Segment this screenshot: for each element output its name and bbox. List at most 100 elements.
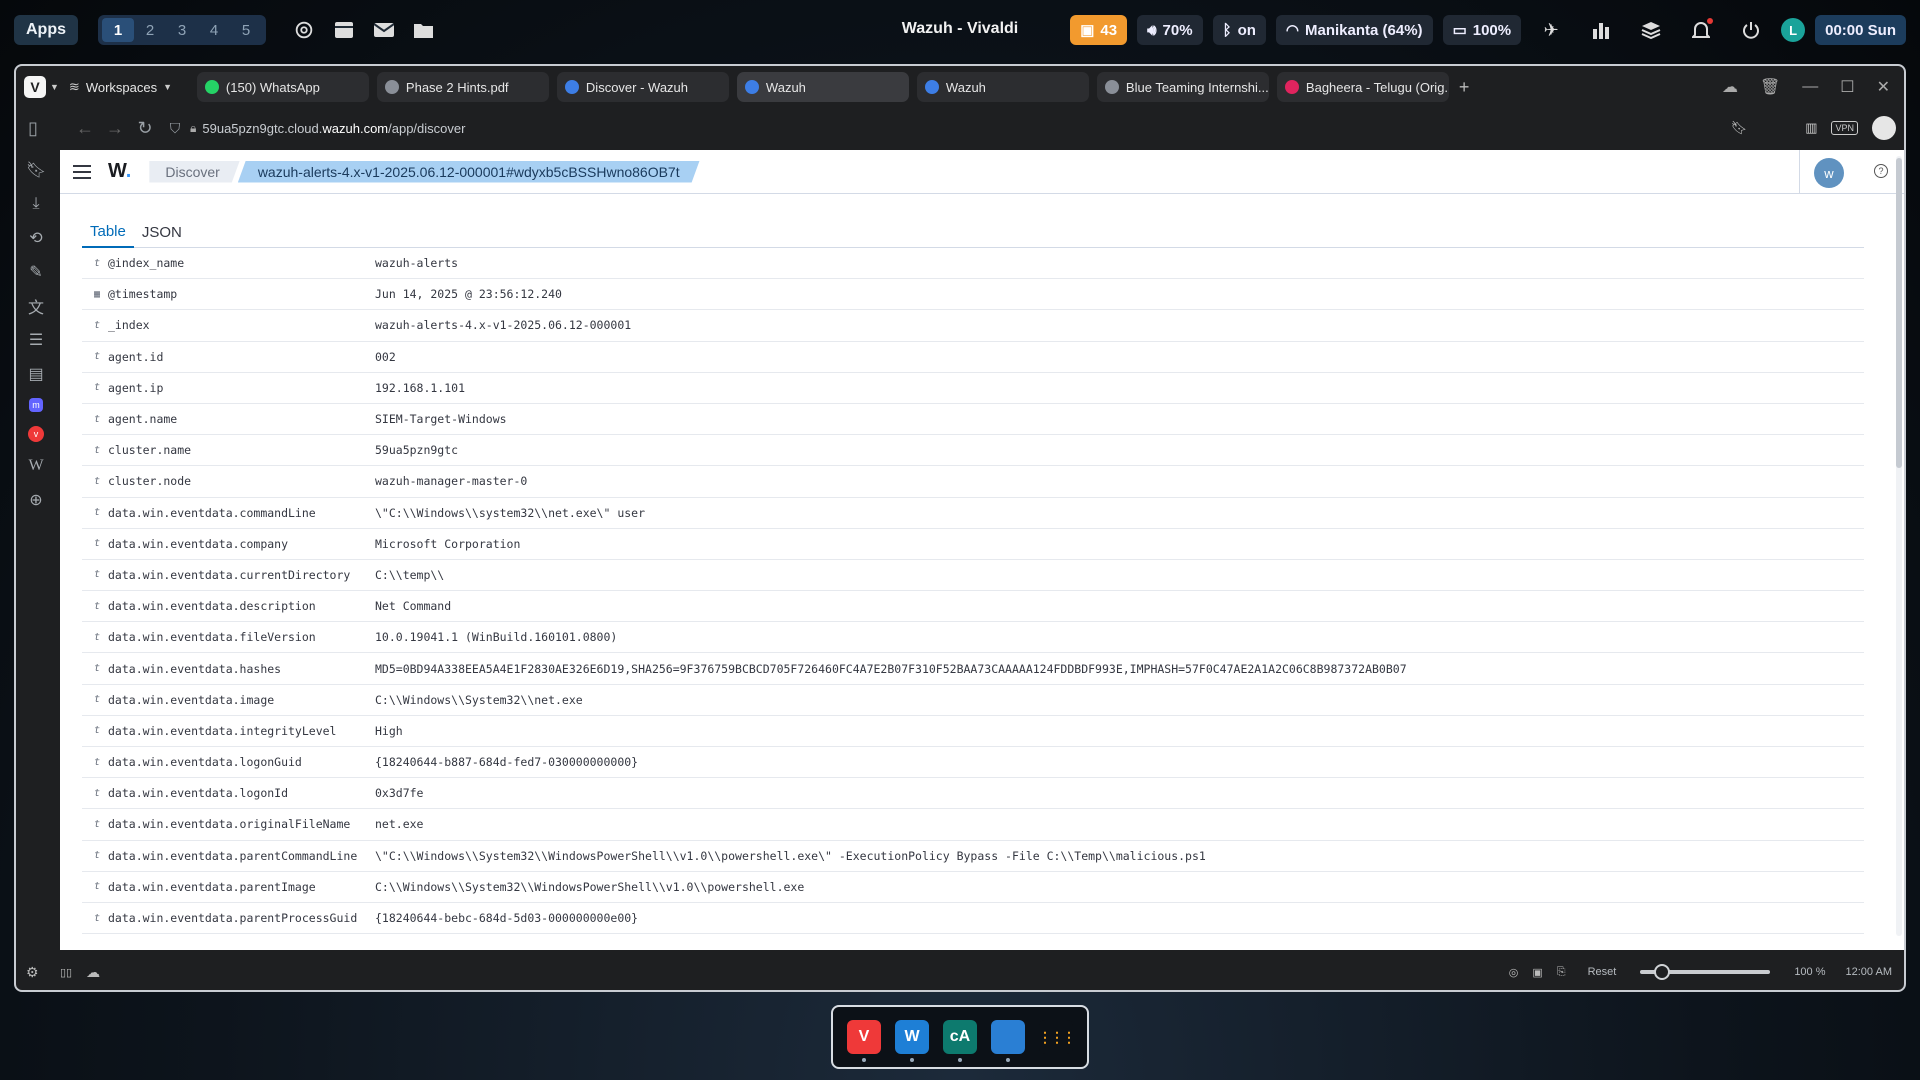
browser-tab[interactable]: Wazuh	[916, 72, 1089, 102]
bookmark-icon[interactable]: 🔖︎	[1731, 120, 1748, 136]
reading-list-panel-icon[interactable]: ☰	[26, 330, 46, 350]
stats-icon[interactable]	[1589, 18, 1613, 42]
history-panel-icon[interactable]: ⟲	[26, 228, 46, 248]
browser-tab[interactable]: Wazuh	[736, 72, 909, 102]
field-name: data.win.eventdata.fileVersion	[108, 630, 316, 645]
minimize-button[interactable]: —	[1802, 78, 1818, 96]
reload-button[interactable]: ↻	[130, 113, 160, 143]
field-value: SIEM-Target-Windows	[375, 412, 507, 427]
workspace-2[interactable]: 2	[134, 18, 166, 42]
vivaldi-panel-icon[interactable]: v	[28, 426, 44, 442]
table-row: t data.win.eventdata.image C:\\Windows\\Sy…	[82, 685, 1864, 716]
zoom-reset-button[interactable]: Reset	[1588, 966, 1617, 978]
chatgpt-icon[interactable]	[292, 18, 316, 42]
downloads-panel-icon[interactable]: ⤓	[26, 194, 46, 214]
browser-tab[interactable]: Discover - Wazuh	[556, 72, 729, 102]
clock[interactable]: 00:00 Sun	[1815, 15, 1906, 45]
browser-tab[interactable]: Bagheera - Telugu (Orig...	[1276, 72, 1449, 102]
panel-toggle-icon[interactable]: ▯	[18, 113, 48, 143]
workspace-1[interactable]: 1	[102, 18, 134, 42]
document-view-tabs: Table JSON	[82, 216, 1864, 248]
sync-cloud-icon[interactable]: ☁	[86, 964, 100, 981]
folder-icon[interactable]	[412, 18, 436, 42]
power-icon[interactable]	[1739, 18, 1763, 42]
cloud-icon[interactable]: ☁	[1722, 77, 1738, 97]
pdf-icon	[384, 80, 399, 94]
workspace-5[interactable]: 5	[230, 18, 262, 42]
updates-indicator[interactable]: ▣ 43	[1070, 15, 1128, 45]
bookmarks-panel-icon[interactable]: 🔖︎	[26, 160, 46, 180]
wazuh-page: W. Discover wazuh-alerts-4.x-v1-2025.06.…	[60, 150, 1904, 950]
workspace-4[interactable]: 4	[198, 18, 230, 42]
translate-panel-icon[interactable]: 文	[26, 296, 46, 317]
vivaldi-dock-icon[interactable]: V	[847, 1020, 881, 1062]
mail-icon[interactable]	[372, 18, 396, 42]
apps-button[interactable]: Apps	[14, 15, 78, 45]
link-icon	[1104, 80, 1119, 94]
layers-icon[interactable]	[1639, 18, 1663, 42]
browser-tab[interactable]: (150) WhatsApp	[196, 72, 369, 102]
reader-icon[interactable]: ▥	[1805, 120, 1817, 136]
shield-icon[interactable]: ⛉	[160, 113, 190, 143]
breadcrumb-discover[interactable]: Discover	[149, 161, 239, 183]
window-icon[interactable]	[332, 18, 356, 42]
user-avatar[interactable]: L	[1781, 18, 1806, 42]
files-dock-icon[interactable]	[991, 1020, 1025, 1062]
wifi-indicator[interactable]: ◠ Manikanta (64%)	[1275, 15, 1433, 45]
wikipedia-panel-icon[interactable]: W	[26, 456, 46, 476]
capture-icon[interactable]: ◎	[1509, 966, 1519, 979]
field-value: C:\\Windows\\System32\\WindowsPowerShell…	[375, 879, 805, 894]
hamburger-menu-button[interactable]	[60, 164, 104, 179]
back-button[interactable]: ←	[70, 113, 100, 143]
scrollbar-thumb[interactable]	[1896, 158, 1902, 468]
profile-avatar[interactable]	[1872, 116, 1896, 140]
table-row: t data.win.eventdata.company Microsoft Cor…	[82, 529, 1864, 560]
airplane-icon[interactable]: ✈	[1539, 18, 1563, 42]
layers-icon: ≋	[68, 79, 80, 94]
browser-tab-label: (150) WhatsApp	[225, 79, 320, 95]
vpn-icon[interactable]: VPN	[1831, 121, 1858, 135]
zoom-slider[interactable]	[1640, 964, 1771, 980]
page-scrollbar[interactable]	[1896, 156, 1902, 936]
page-actions-icon[interactable]: ⎘	[1557, 966, 1566, 979]
monitor-dock-icon[interactable]: W	[895, 1020, 929, 1062]
url-field[interactable]: 🔒︎ 59ua5pzn9gtc.cloud.wazuh.com/app/disc…	[190, 121, 1690, 136]
battery-indicator[interactable]: ▭ 100%	[1442, 15, 1522, 45]
volume-indicator[interactable]: 🔊︎ 70%	[1137, 15, 1203, 45]
apps-grid-dock-icon[interactable]: ⋮⋮⋮	[1038, 1020, 1076, 1054]
status-clock: 12:00 AM	[1845, 966, 1892, 978]
panel-toggle-icon[interactable]: ▯▯	[60, 966, 72, 979]
wifi-network: Manikanta (64%)	[1305, 21, 1423, 39]
browser-tab-label: Wazuh	[945, 79, 986, 95]
string-type-icon: t	[93, 475, 101, 487]
help-icon[interactable]: ?	[1874, 164, 1888, 178]
tiling-icon[interactable]: ▣	[1532, 966, 1542, 979]
field-name: data.win.eventdata.currentDirectory	[108, 567, 351, 582]
trash-icon[interactable]: 🗑︎	[1760, 77, 1780, 97]
settings-icon[interactable]: ⚙	[26, 964, 46, 981]
wazuh-logo[interactable]: W.	[108, 160, 131, 183]
user-avatar[interactable]: w	[1814, 158, 1844, 188]
window-panel-icon[interactable]: ▤	[26, 364, 46, 384]
close-button[interactable]: ✕	[1877, 77, 1890, 97]
forward-button[interactable]: →	[100, 113, 130, 143]
workspace-3[interactable]: 3	[166, 18, 198, 42]
tab-json[interactable]: JSON	[134, 216, 190, 248]
bell-icon[interactable]	[1689, 18, 1714, 42]
notes-panel-icon[interactable]: ✎	[26, 262, 46, 282]
browser-tab[interactable]: Phase 2 Hints.pdf	[376, 72, 549, 102]
table-row: t data.win.eventdata.parentCommandLine \"C…	[82, 841, 1864, 872]
zoom-slider-handle[interactable]	[1654, 964, 1671, 980]
maximize-button[interactable]: ☐	[1840, 77, 1854, 97]
table-row: t _index wazuh-alerts-4.x-v1-2025.06.12-00…	[82, 310, 1864, 342]
mastodon-panel-icon[interactable]: m	[29, 398, 43, 412]
add-panel-icon[interactable]: ⊕	[26, 490, 46, 510]
workspaces-button[interactable]: ≋ Workspaces ▼	[69, 79, 187, 95]
calc-dock-icon[interactable]: cA	[943, 1020, 977, 1062]
vivaldi-menu-button[interactable]: V ▼	[24, 76, 59, 98]
browser-tab[interactable]: Blue Teaming Internshi...	[1096, 72, 1269, 102]
bluetooth-indicator[interactable]: ᛒ on	[1212, 15, 1266, 45]
music-icon	[1284, 80, 1299, 94]
tab-table[interactable]: Table	[82, 216, 134, 248]
new-tab-button[interactable]: +	[1459, 77, 1470, 98]
